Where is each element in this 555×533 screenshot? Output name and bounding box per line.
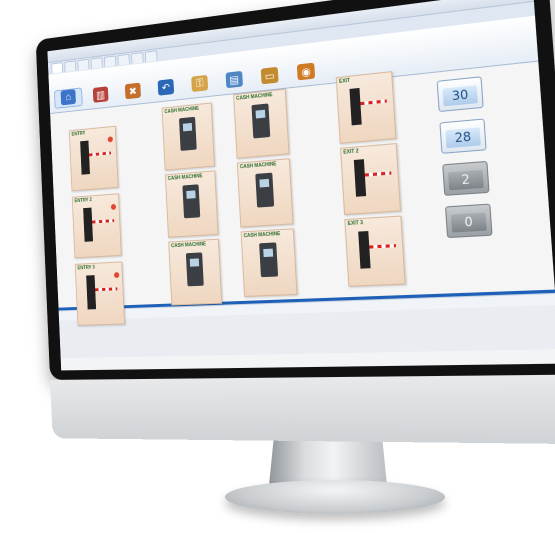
screen: ⌂ ▥ ✖ ↶ ⚿ ▤ ▭ ◉ ENTRY ENTRY 2 ENTRY 3 CA…: [47, 0, 555, 371]
counter-value: 0: [450, 212, 487, 233]
ribbon-home-button[interactable]: ⌂: [54, 87, 83, 109]
tab-8[interactable]: [144, 50, 158, 63]
key-icon: ⚿: [191, 74, 209, 93]
counter-label: [441, 121, 484, 125]
delete-icon: ✖: [124, 82, 141, 100]
entry-card[interactable]: ENTRY 3: [74, 261, 125, 326]
card-caption: [172, 300, 221, 302]
card-caption: [345, 207, 400, 211]
cash-machine-card[interactable]: CASH MACHINE: [168, 238, 223, 306]
cash-machine-icon: [178, 116, 197, 151]
counter-label: [443, 163, 486, 166]
coin-icon: ◉: [296, 62, 316, 81]
card-title: EXIT 2: [343, 148, 359, 156]
barrier-arm-icon: [360, 99, 387, 106]
exit-card[interactable]: EXIT: [335, 71, 397, 144]
report-icon: ▤: [225, 70, 243, 89]
cash-machine-card[interactable]: CASH MACHINE: [161, 102, 215, 171]
card-icon: ▭: [260, 66, 279, 85]
home-icon: ⌂: [60, 89, 76, 106]
card-title: ENTRY 2: [74, 197, 92, 205]
status-light-icon: [110, 203, 117, 210]
card-title: CASH MACHINE: [164, 105, 200, 116]
cash-machine-icon: [182, 184, 201, 219]
card-caption: [72, 184, 117, 188]
card-title: ENTRY: [71, 130, 86, 138]
exit-card[interactable]: EXIT 3: [344, 215, 406, 287]
exit-card[interactable]: EXIT 2: [340, 143, 402, 215]
ribbon-undo-button[interactable]: ↶: [151, 78, 180, 98]
barrier-arm-icon: [364, 171, 392, 177]
tab-1[interactable]: [51, 62, 64, 74]
tab-3[interactable]: [77, 58, 90, 71]
status-light-icon: [107, 136, 113, 143]
reserved-counter: 0: [444, 203, 493, 239]
tab-2[interactable]: [64, 60, 77, 72]
cash-machine-icon: [255, 172, 275, 208]
barrier-gate-icon: [349, 87, 362, 126]
counter-value: 30: [442, 85, 478, 107]
barrier-gate-icon: [80, 140, 90, 175]
tab-4[interactable]: [90, 57, 103, 69]
undo-icon: ↶: [157, 78, 175, 96]
cash-machine-card[interactable]: CASH MACHINE: [233, 88, 290, 159]
ribbon-key-button[interactable]: ⚿: [185, 74, 215, 94]
card-caption: [241, 220, 292, 223]
barrier-gate-icon: [358, 231, 371, 269]
monitor: ⌂ ▥ ✖ ↶ ⚿ ▤ ▭ ◉ ENTRY ENTRY 2 ENTRY 3 CA…: [35, 0, 555, 445]
ribbon-card-button[interactable]: ▭: [254, 66, 285, 87]
ribbon-coin-button[interactable]: ◉: [290, 62, 322, 83]
card-title: CASH MACHINE: [167, 173, 203, 182]
tab-6[interactable]: [117, 53, 130, 66]
counter-label: [438, 78, 481, 82]
card-caption: [75, 252, 121, 255]
occupied-counter: 2: [442, 160, 490, 196]
total-counter: 30: [436, 76, 484, 113]
ribbon-delete-button[interactable]: ✖: [119, 82, 147, 102]
barrier-arm-icon: [92, 219, 115, 224]
barrier-gate-icon: [83, 207, 94, 242]
barrier-gate-icon: [86, 275, 97, 310]
monitor-stand-base: [225, 480, 445, 514]
entry-card[interactable]: ENTRY: [68, 125, 119, 192]
cash-machine-card[interactable]: CASH MACHINE: [236, 158, 294, 228]
cash-machine-card[interactable]: CASH MACHINE: [240, 228, 298, 297]
barrier-arm-icon: [89, 151, 112, 157]
counter-value: 2: [448, 169, 484, 191]
tab-7[interactable]: [131, 52, 144, 64]
cash-machine-icon: [251, 103, 271, 139]
card-title: ENTRY 3: [77, 264, 96, 272]
counter-label: [446, 206, 489, 209]
card-caption: [169, 231, 218, 234]
status-light-icon: [113, 272, 120, 279]
tab-5[interactable]: [103, 55, 117, 68]
entry-card[interactable]: ENTRY 2: [71, 193, 122, 259]
card-title: CASH MACHINE: [236, 92, 273, 102]
stage: ⌂ ▥ ✖ ↶ ⚿ ▤ ▭ ◉ ENTRY ENTRY 2 ENTRY 3 CA…: [0, 0, 555, 533]
card-title: CASH MACHINE: [243, 231, 281, 240]
card-caption: [78, 321, 124, 322]
counter-value: 28: [445, 127, 481, 149]
card-title: CASH MACHINE: [171, 241, 207, 250]
card-title: EXIT 3: [347, 219, 364, 228]
barrier-arm-icon: [369, 244, 397, 249]
card-caption: [349, 280, 404, 282]
card-caption: [237, 150, 288, 154]
card-title: CASH MACHINE: [239, 161, 277, 171]
card-title: EXIT: [338, 77, 351, 85]
card-caption: [245, 291, 296, 293]
free-counter: 28: [439, 118, 487, 154]
ribbon-machine-button[interactable]: ▥: [87, 86, 115, 106]
card-caption: [165, 163, 213, 167]
barrier-gate-icon: [353, 159, 367, 197]
cash-machine-icon: [185, 252, 204, 287]
barrier-arm-icon: [95, 287, 118, 292]
cash-machine-card[interactable]: CASH MACHINE: [164, 170, 219, 238]
ribbon-report-button[interactable]: ▤: [219, 70, 249, 91]
machine-icon: ▥: [92, 86, 109, 103]
monitor-chin: [50, 374, 555, 445]
cash-machine-icon: [259, 242, 279, 278]
card-caption: [341, 135, 396, 140]
